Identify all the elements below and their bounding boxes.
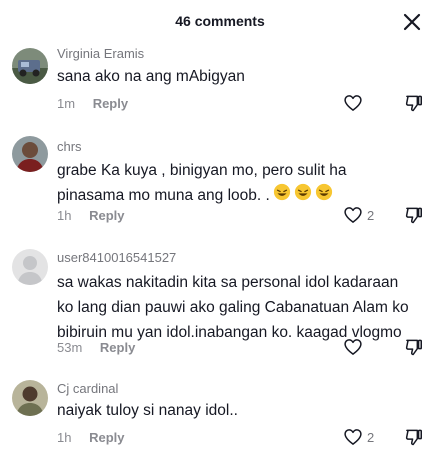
avatar[interactable] <box>12 136 48 172</box>
comment-item: user8410016541527 sa wakas nakitadin kit… <box>0 246 440 362</box>
avatar[interactable] <box>12 48 48 84</box>
heart-icon <box>344 429 362 445</box>
like-button[interactable] <box>343 337 363 357</box>
reply-button[interactable]: Reply <box>100 340 135 355</box>
like-button[interactable] <box>343 93 363 113</box>
comment-text-line: sa wakas nakitadin kita sa personal idol… <box>57 274 399 291</box>
avatar[interactable] <box>12 249 48 285</box>
like-count: 2 <box>367 429 375 445</box>
comment-username[interactable]: Cj cardinal <box>57 381 118 396</box>
dislike-icon[interactable] <box>404 427 424 447</box>
comment-item: chrs grabe Ka kuya , binigyan mo, pero s… <box>0 136 440 236</box>
comments-count-title: 46 comments <box>175 13 265 29</box>
comment-meta: 1h Reply <box>57 208 125 223</box>
like-count: 2 <box>367 207 375 223</box>
comment-item: Cj cardinal naiyak tuloy si nanay idol..… <box>0 378 440 446</box>
dislike-icon[interactable] <box>404 93 424 113</box>
comment-text: sana ako na ang mAbigyan <box>57 68 245 85</box>
laughing-emoji-icon <box>294 183 312 209</box>
comment-username[interactable]: Virginia Eramis <box>57 46 144 61</box>
comment-text-line: ko lang dian pauwi ako galing Cabanatuan… <box>57 299 409 316</box>
comment-meta: 1h Reply <box>57 430 125 445</box>
comment-meta: 53m Reply <box>57 340 135 355</box>
comment-username[interactable]: chrs <box>57 139 82 154</box>
dislike-icon[interactable] <box>404 205 424 225</box>
avatar[interactable] <box>12 380 48 416</box>
comment-text-line-2: pinasama mo muna ang loob. . <box>57 187 270 205</box>
dislike-icon[interactable] <box>404 337 424 357</box>
laughing-emoji-icon <box>273 183 291 209</box>
like-button[interactable]: 2 <box>343 427 374 447</box>
comment-meta: 1m Reply <box>57 96 128 111</box>
comment-time: 1m <box>57 96 76 111</box>
like-button[interactable]: 2 <box>343 205 374 225</box>
heart-icon <box>344 339 362 355</box>
comment-time: 1h <box>57 208 72 223</box>
comment-time: 53m <box>57 340 83 355</box>
comment-time: 1h <box>57 430 72 445</box>
heart-icon <box>344 95 362 111</box>
laughing-emoji-icon <box>315 183 333 209</box>
reply-button[interactable]: Reply <box>93 96 128 111</box>
comment-text-line: grabe Ka kuya , binigyan mo, pero sulit … <box>57 162 347 179</box>
comment-text: naiyak tuloy si nanay idol.. <box>57 402 238 419</box>
comment-text: grabe Ka kuya , binigyan mo, pero sulit … <box>57 158 429 209</box>
reply-button[interactable]: Reply <box>89 208 124 223</box>
comments-header: 46 comments <box>0 0 440 40</box>
heart-icon <box>344 207 362 223</box>
reply-button[interactable]: Reply <box>89 430 124 445</box>
comment-username[interactable]: user8410016541527 <box>57 250 176 265</box>
close-icon[interactable] <box>402 12 422 32</box>
comment-item: Virginia Eramis sana ako na ang mAbigyan… <box>0 44 440 116</box>
comment-text: sa wakas nakitadin kita sa personal idol… <box>57 270 429 345</box>
